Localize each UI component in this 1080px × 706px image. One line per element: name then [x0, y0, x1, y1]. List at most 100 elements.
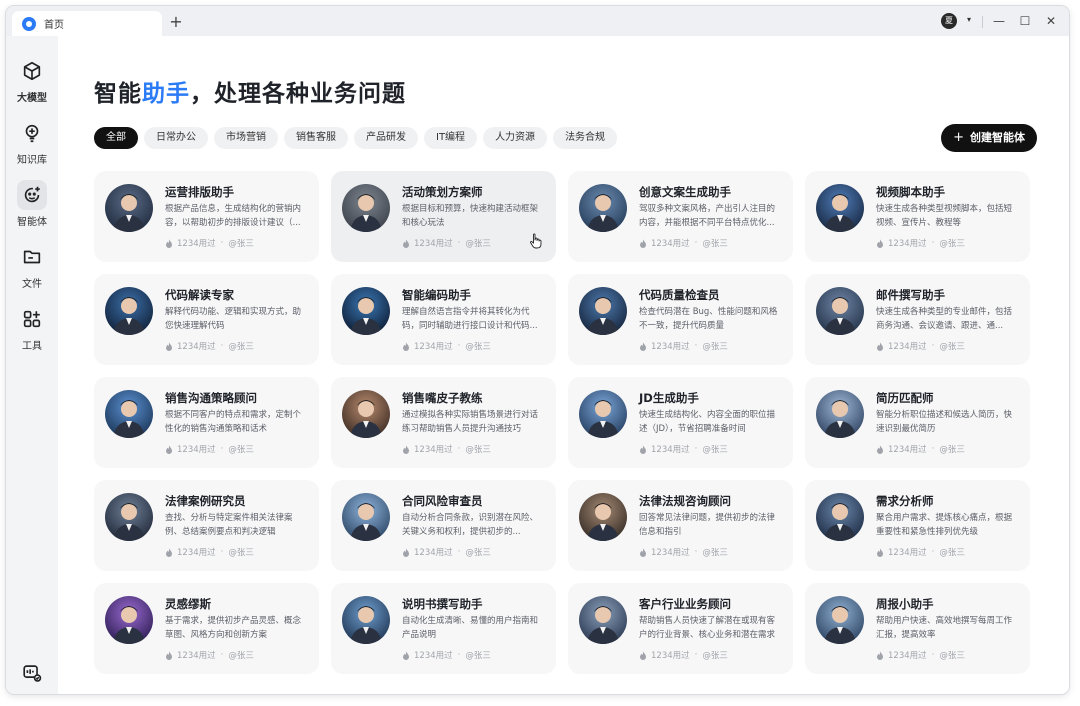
usage-count: 1234用过: [651, 548, 690, 558]
agent-card-meta: 1234用过 · @张三: [639, 443, 728, 455]
agent-card[interactable]: JD生成助手 快速生成结构化、内容全面的职位描述（JD），节省招聘准备时间 1234…: [568, 377, 793, 468]
sidebar-item-models[interactable]: 大模型: [6, 56, 58, 104]
folder-icon: [17, 242, 47, 272]
agent-card-description: 自动化生成清晰、易懂的用户指南和产品说明: [402, 616, 539, 640]
flame-icon: [166, 650, 172, 660]
agent-avatar: [816, 596, 864, 644]
meta-separator: ·: [694, 341, 698, 351]
agent-card[interactable]: 活动策划方案师 根据目标和预算，快速构建活动框架和核心玩法 1234用过 · @张三: [331, 171, 556, 262]
agent-card-meta: 1234用过 · @张三: [402, 237, 491, 249]
agent-card[interactable]: 合同风险审查员 自动分析合同条款，识别潜在风险、关键义务和权利，提供初步的... 1…: [331, 480, 556, 571]
sidebar-item-label: 智能体: [17, 217, 47, 228]
page-title-prefix: 智能: [94, 81, 142, 107]
meta-separator: ·: [220, 650, 224, 660]
agent-card-meta: 1234用过 · @张三: [165, 546, 254, 558]
filter-chip[interactable]: 日常办公: [144, 127, 208, 149]
create-agent-button[interactable]: + 创建智能体: [941, 124, 1037, 152]
new-tab-button[interactable]: +: [166, 12, 186, 32]
agent-card-title: 说明书撰写助手: [402, 597, 483, 611]
agent-card[interactable]: 说明书撰写助手 自动化生成清晰、易懂的用户指南和产品说明 1234用过 · @张三: [331, 583, 556, 674]
agent-card[interactable]: 需求分析师 聚合用户需求、提炼核心痛点，根据重要性和紧急性排列优先级 1234用过 ·…: [805, 480, 1030, 571]
agent-card[interactable]: 简历匹配师 智能分析职位描述和候选人简历，快速识别最优简历 1234用过 · @张三: [805, 377, 1030, 468]
agent-card-meta: 1234用过 · @张三: [402, 340, 491, 352]
sidebar-item-files[interactable]: 文件: [6, 242, 58, 290]
agent-card[interactable]: 代码解读专家 解释代码功能、逻辑和实现方式，助您快速理解代码 1234用过 · @张三: [94, 274, 319, 365]
meta-separator: ·: [457, 650, 461, 660]
sidebar-item-agents[interactable]: 智能体: [6, 180, 58, 228]
usage-count: 1234用过: [888, 445, 927, 455]
agent-card[interactable]: 灵感缪斯 基于需求，提供初步产品灵感、概念草图、风格方向和创新方案 1234用过 · @…: [94, 583, 319, 674]
user-avatar[interactable]: 夏: [941, 13, 957, 29]
author-name: @张三: [702, 239, 728, 249]
flame-icon: [877, 650, 883, 660]
meta-separator: ·: [220, 547, 224, 557]
meta-separator: ·: [931, 547, 935, 557]
filter-chip-all[interactable]: 全部: [94, 127, 138, 149]
agent-card-description: 回答常见法律问题，提供初步的法律信息和指引: [639, 513, 776, 537]
usage-count: 1234用过: [177, 548, 216, 558]
usage-count: 1234用过: [414, 239, 453, 249]
author-name: @张三: [702, 548, 728, 558]
minimize-button[interactable]: —: [989, 12, 1009, 30]
agent-avatar: [816, 184, 864, 232]
agent-card-meta: 1234用过 · @张三: [876, 443, 965, 455]
meta-separator: ·: [457, 238, 461, 248]
author-name: @张三: [465, 445, 491, 455]
assistant-button[interactable]: [6, 662, 58, 684]
agent-card[interactable]: 智能编码助手 理解自然语言指令并将其转化为代码，同时辅助进行接口设计和代码... 1…: [331, 274, 556, 365]
agent-avatar: [105, 596, 153, 644]
agent-card[interactable]: 邮件撰写助手 快速生成各种类型的专业邮件，包括商务沟通、会议邀请、跟进、通... 1…: [805, 274, 1030, 365]
filter-chip[interactable]: 人力资源: [483, 127, 548, 149]
agent-card[interactable]: 创意文案生成助手 驾驭多种文案风格，产出引人注目的内容，并能根据不同平台特点优化.…: [568, 171, 793, 262]
tab-title: 首页: [44, 20, 64, 31]
filter-chip[interactable]: 产品研发: [354, 127, 418, 149]
agent-card[interactable]: 周报小助手 帮助用户快速、高效地撰写每周工作汇报，提高效率 1234用过 · @张三: [805, 583, 1030, 674]
agent-card[interactable]: 代码质量检查员 检查代码潜在 Bug、性能问题和风格不一致，提升代码质量 1234用…: [568, 274, 793, 365]
agent-card-description: 查找、分析与特定案件相关法律案例、总结案例要点和判决逻辑: [165, 513, 293, 537]
filter-chip[interactable]: IT编程: [424, 127, 478, 149]
agent-card[interactable]: 客户行业业务顾问 帮助销售人员快速了解潜在或现有客户的行业背景、核心业务和潜在需求…: [568, 583, 793, 674]
agent-card-title: 客户行业业务顾问: [639, 597, 731, 611]
agent-avatar: [105, 493, 153, 541]
agent-card-meta: 1234用过 · @张三: [639, 649, 728, 661]
agent-card[interactable]: 销售嘴皮子教练 通过模拟各种实际销售场景进行对话练习帮助销售人员提升沟通技巧 123…: [331, 377, 556, 468]
agent-card[interactable]: 运营排版助手 根据产品信息，生成结构化的营销内容，以帮助初步的排版设计建议（...…: [94, 171, 319, 262]
agent-card-title: 销售嘴皮子教练: [402, 391, 483, 405]
flame-icon: [877, 238, 883, 248]
usage-count: 1234用过: [177, 342, 216, 352]
sidebar-item-knowledge[interactable]: 知识库: [6, 118, 58, 166]
page-title: 智能助手，处理各种业务问题: [94, 74, 406, 108]
sidebar: 大模型 知识库 智能体 文件 工具: [6, 36, 58, 694]
author-name: @张三: [465, 239, 491, 249]
author-name: @张三: [702, 445, 728, 455]
agent-avatar: [816, 390, 864, 438]
agent-card[interactable]: 视频脚本助手 快速生成各种类型视频脚本，包括短视频、宣传片、教程等 1234用过 · @…: [805, 171, 1030, 262]
tab-home[interactable]: 首页: [12, 11, 162, 36]
agent-card-description: 驾驭多种文案风格，产出引人注目的内容，并能根据不同平台特点优化...: [639, 204, 776, 228]
agent-card-description: 智能分析职位描述和候选人简历，快速识别最优简历: [876, 410, 1013, 434]
meta-separator: ·: [220, 238, 224, 248]
agent-card-meta: 1234用过 · @张三: [876, 237, 965, 249]
flame-icon: [640, 238, 646, 248]
sidebar-item-tools[interactable]: 工具: [6, 304, 58, 352]
chevron-down-icon[interactable]: ▾: [967, 15, 971, 24]
agent-card-meta: 1234用过 · @张三: [402, 443, 491, 455]
usage-count: 1234用过: [177, 239, 216, 249]
usage-count: 1234用过: [888, 548, 927, 558]
close-button[interactable]: ✕: [1041, 12, 1061, 30]
agent-card-meta: 1234用过 · @张三: [165, 443, 254, 455]
filter-chip[interactable]: 销售客服: [284, 127, 348, 149]
filter-chip[interactable]: 法务合规: [553, 127, 618, 149]
app-logo-icon: [22, 16, 36, 31]
meta-separator: ·: [931, 650, 935, 660]
usage-count: 1234用过: [414, 548, 453, 558]
agent-card[interactable]: 法律案例研究员 查找、分析与特定案件相关法律案例、总结案例要点和判决逻辑 1234用…: [94, 480, 319, 571]
agent-card-meta: 1234用过 · @张三: [165, 649, 254, 661]
filter-chip[interactable]: 市场营销: [214, 127, 278, 149]
agent-card[interactable]: 销售沟通策略顾问 根据不同客户的特点和需求，定制个性化的销售沟通策略和话术 1234…: [94, 377, 319, 468]
app-window: 首页 + 夏 ▾ — ☐ ✕ 大模型 知识库 智能体 文件 工具 智能助手，处理…: [6, 6, 1069, 694]
agent-card[interactable]: 法律法规咨询顾问 回答常见法律问题，提供初步的法律信息和指引 1234用过 · @张三: [568, 480, 793, 571]
maximize-button[interactable]: ☐: [1015, 12, 1035, 30]
meta-separator: ·: [457, 547, 461, 557]
agent-card-description: 根据产品信息，生成结构化的营销内容，以帮助初步的排版设计建议（...: [165, 204, 302, 228]
